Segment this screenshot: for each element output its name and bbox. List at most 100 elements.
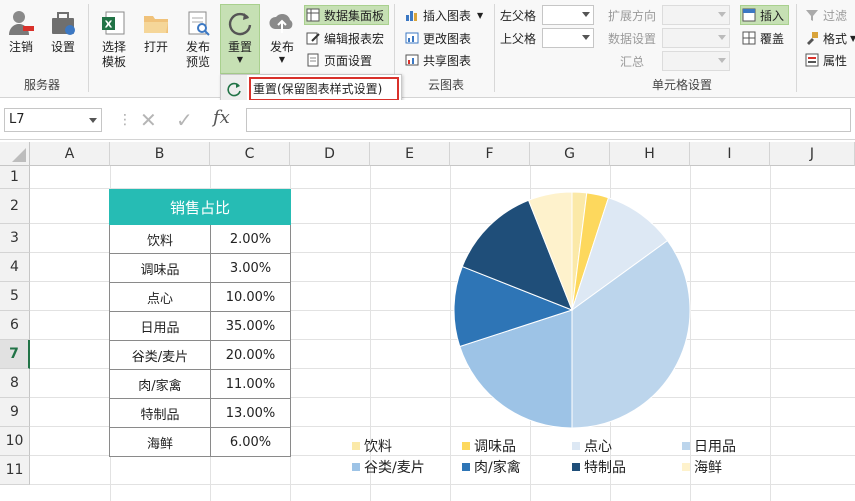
legend-item[interactable]: 点心 xyxy=(572,436,612,456)
percentage-cell[interactable]: 6.00% xyxy=(210,427,291,457)
row-header-7[interactable]: 7 xyxy=(0,340,30,369)
enter-check-icon[interactable]: ✓ xyxy=(176,108,193,132)
row-header-8[interactable]: 8 xyxy=(0,369,30,398)
column-header-j[interactable]: J xyxy=(770,142,855,166)
formula-bar: L7 ⋮ ✕ ✓ fx xyxy=(0,100,855,140)
legend-label: 饮料 xyxy=(364,439,392,455)
row-header-6[interactable]: 6 xyxy=(0,311,30,340)
percentage-cell[interactable]: 11.00% xyxy=(210,369,291,399)
legend-item[interactable]: 海鲜 xyxy=(682,457,722,477)
category-cell[interactable]: 饮料 xyxy=(109,224,211,254)
column-header-d[interactable]: D xyxy=(290,142,370,166)
formula-input[interactable] xyxy=(246,108,851,132)
group-label-cell-settings: 单元格设置 xyxy=(652,78,713,92)
format-button[interactable]: 格式 ▼ xyxy=(804,28,855,48)
cancel-icon[interactable]: ✕ xyxy=(140,108,157,132)
row-header-11[interactable]: 11 xyxy=(0,456,30,485)
edit-report-macro-button[interactable]: 编辑报表宏 xyxy=(305,28,384,48)
category-cell[interactable]: 日用品 xyxy=(109,311,211,341)
edit-report-macro-label: 编辑报表宏 xyxy=(324,31,385,46)
percentage-cell[interactable]: 2.00% xyxy=(210,224,291,254)
publish-chevron-down-icon: ▼ xyxy=(278,55,286,64)
select-all-corner[interactable] xyxy=(0,142,30,166)
percentage-cell[interactable]: 13.00% xyxy=(210,398,291,428)
properties-icon xyxy=(804,52,820,68)
percentage-cell[interactable]: 20.00% xyxy=(210,340,291,370)
row-header-10[interactable]: 10 xyxy=(0,427,30,456)
format-label: 格式 xyxy=(823,31,848,46)
row-header-2[interactable]: 2 xyxy=(0,189,30,224)
table-header[interactable]: 销售占比 xyxy=(109,189,291,225)
legend-swatch xyxy=(462,463,470,471)
publish-button[interactable]: 发布 ▼ xyxy=(266,8,298,65)
separator xyxy=(88,4,89,92)
category-cell[interactable]: 肉/家禽 xyxy=(109,369,211,399)
share-chart-label: 共享图表 xyxy=(423,53,472,68)
percentage-cell[interactable]: 10.00% xyxy=(210,282,291,312)
select-template-button[interactable]: X 选择 模板 xyxy=(98,8,130,70)
reset-keep-chart-style-item[interactable]: 重置(保留图表样式设置) xyxy=(249,77,399,101)
left-parent-select[interactable] xyxy=(542,5,594,25)
table-row: 海鲜 6.00% xyxy=(109,427,291,457)
legend-label: 点心 xyxy=(584,439,612,455)
column-header-b[interactable]: B xyxy=(110,142,210,166)
open-label: 打开 xyxy=(143,40,168,54)
dataset-panel-label: 数据集面板 xyxy=(324,8,385,23)
change-chart-button[interactable]: 更改图表 xyxy=(404,28,471,48)
insert-button[interactable]: 插入 xyxy=(740,5,790,25)
row-header-4[interactable]: 4 xyxy=(0,253,30,282)
insert-function-icon[interactable]: fx xyxy=(213,107,230,128)
row-header-9[interactable]: 9 xyxy=(0,398,30,427)
share-chart-button[interactable]: 共享图表 xyxy=(404,50,471,70)
properties-button[interactable]: 属性 xyxy=(804,50,847,70)
column-header-g[interactable]: G xyxy=(530,142,610,166)
insert-grid-icon xyxy=(741,7,757,23)
column-header-a[interactable]: A xyxy=(30,142,110,166)
legend-item[interactable]: 肉/家禽 xyxy=(462,457,521,477)
column-header-e[interactable]: E xyxy=(370,142,450,166)
category-cell[interactable]: 海鲜 xyxy=(109,427,211,457)
format-brush-icon xyxy=(804,30,820,46)
percentage-cell[interactable]: 35.00% xyxy=(210,311,291,341)
expand-direction-select[interactable] xyxy=(662,5,730,25)
legend-item[interactable]: 饮料 xyxy=(352,436,392,456)
top-parent-select[interactable] xyxy=(542,28,594,48)
column-header-i[interactable]: I xyxy=(690,142,770,166)
column-header-c[interactable]: C xyxy=(210,142,290,166)
category-cell[interactable]: 谷类/麦片 xyxy=(109,340,211,370)
data-settings-label: 数据设置 xyxy=(608,31,657,46)
column-header-f[interactable]: F xyxy=(450,142,530,166)
column-header-h[interactable]: H xyxy=(610,142,690,166)
settings-label: 设置 xyxy=(50,40,75,54)
table-row: 特制品 13.00% xyxy=(109,398,291,428)
settings-button[interactable]: 设置 xyxy=(48,8,78,55)
properties-label: 属性 xyxy=(823,53,848,68)
share-chart-icon xyxy=(404,52,420,68)
data-settings-select[interactable] xyxy=(662,28,730,48)
legend-swatch xyxy=(462,442,470,450)
name-box[interactable]: L7 xyxy=(4,108,102,132)
excel-template-icon: X xyxy=(99,8,129,38)
insert-chart-button[interactable]: 插入图表 ▼ xyxy=(404,5,483,25)
page-settings-button[interactable]: 页面设置 xyxy=(305,50,372,70)
open-button[interactable]: 打开 xyxy=(140,8,172,55)
legend-item[interactable]: 特制品 xyxy=(572,457,626,477)
legend-item[interactable]: 谷类/麦片 xyxy=(352,457,425,477)
row-header-5[interactable]: 5 xyxy=(0,282,30,311)
reset-button[interactable]: 重置 ▼ xyxy=(222,8,258,65)
row-header-1[interactable]: 1 xyxy=(0,166,30,189)
legend-item[interactable]: 调味品 xyxy=(462,436,516,456)
category-cell[interactable]: 特制品 xyxy=(109,398,211,428)
legend-label: 调味品 xyxy=(474,439,516,455)
logout-button[interactable]: 注销 xyxy=(6,8,36,55)
category-cell[interactable]: 点心 xyxy=(109,282,211,312)
percentage-cell[interactable]: 3.00% xyxy=(210,253,291,283)
overwrite-button[interactable]: 覆盖 xyxy=(741,28,784,48)
legend-item[interactable]: 日用品 xyxy=(682,436,736,456)
category-cell[interactable]: 调味品 xyxy=(109,253,211,283)
filter-button[interactable]: 过滤 xyxy=(804,5,847,25)
publish-preview-button[interactable]: 发布 预览 xyxy=(182,8,214,70)
dataset-panel-button[interactable]: 数据集面板 xyxy=(304,5,390,25)
row-header-3[interactable]: 3 xyxy=(0,224,30,253)
summary-select[interactable] xyxy=(662,51,730,71)
